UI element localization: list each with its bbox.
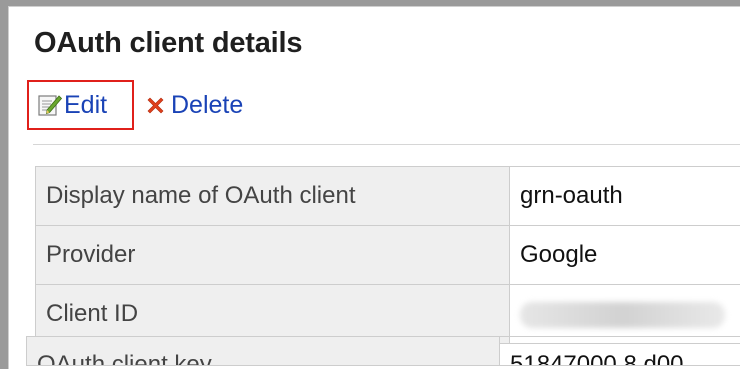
- details-panel: OAuth client details Edit: [8, 6, 740, 369]
- delete-x-icon: [145, 95, 166, 116]
- row-label-client-id: Client ID: [36, 285, 510, 344]
- toolbar-divider: [33, 144, 740, 145]
- action-toolbar: Edit Delete: [27, 80, 427, 132]
- edit-label: Edit: [64, 91, 107, 120]
- row-label-display-name: Display name of OAuth client: [36, 167, 510, 226]
- row-value-client-id: [510, 285, 740, 344]
- table-row: Client ID: [36, 285, 740, 344]
- table-row: Provider Google: [36, 226, 740, 285]
- table-row: Display name of OAuth client grn-oauth: [36, 167, 740, 226]
- delete-button[interactable]: Delete: [145, 80, 243, 130]
- edit-button[interactable]: Edit: [27, 80, 134, 130]
- row-value-display-name: grn-oauth: [510, 167, 740, 226]
- row-value-provider: Google: [510, 226, 740, 285]
- row-label-provider: Provider: [36, 226, 510, 285]
- page-title: OAuth client details: [34, 27, 302, 60]
- delete-label: Delete: [171, 91, 243, 120]
- edit-pencil-icon: [38, 93, 62, 117]
- redacted-client-id: [520, 302, 725, 328]
- client-details-table: Display name of OAuth client grn-oauth P…: [35, 166, 740, 344]
